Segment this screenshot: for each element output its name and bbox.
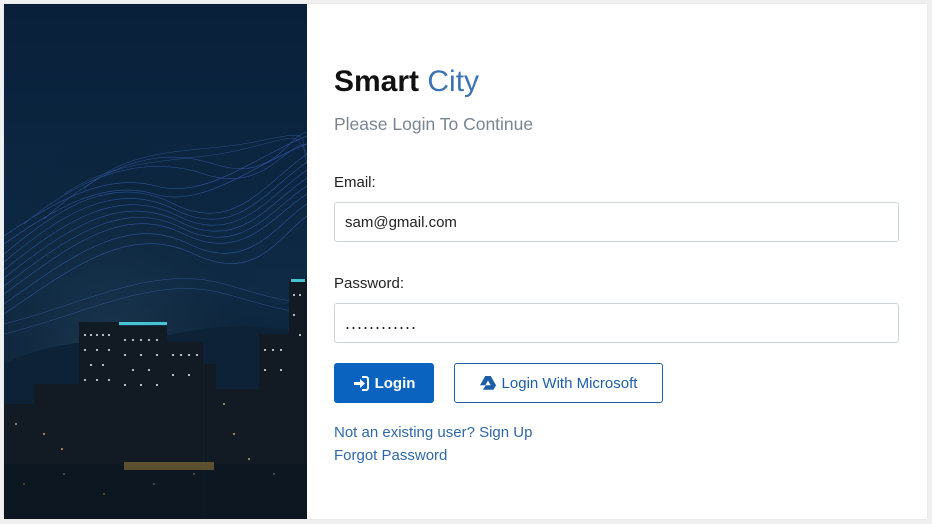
login-form: Smart City Please Login To Continue Emai… xyxy=(334,4,904,519)
login-with-microsoft-button[interactable]: Login With Microsoft xyxy=(454,363,663,403)
login-with-microsoft-label: Login With Microsoft xyxy=(501,374,638,392)
login-button[interactable]: Login xyxy=(334,363,434,403)
brand-title-accent: City xyxy=(427,65,480,98)
email-label: Email: xyxy=(334,174,376,191)
login-card: Smart City Please Login To Continue Emai… xyxy=(4,4,927,519)
drive-icon xyxy=(479,376,496,390)
password-field[interactable] xyxy=(334,303,899,343)
password-label: Password: xyxy=(334,275,405,292)
forgot-password-link[interactable]: Forgot Password xyxy=(334,447,447,464)
subtitle: Please Login To Continue xyxy=(334,114,534,134)
city-skyline-image xyxy=(4,4,307,519)
sign-up-link[interactable]: Not an existing user? Sign Up xyxy=(334,424,532,441)
email-field[interactable] xyxy=(334,202,899,242)
login-button-label: Login xyxy=(374,374,416,392)
sign-in-icon xyxy=(353,375,369,391)
brand-title-bold: Smart xyxy=(334,65,420,98)
page-title: Smart City xyxy=(334,64,479,100)
